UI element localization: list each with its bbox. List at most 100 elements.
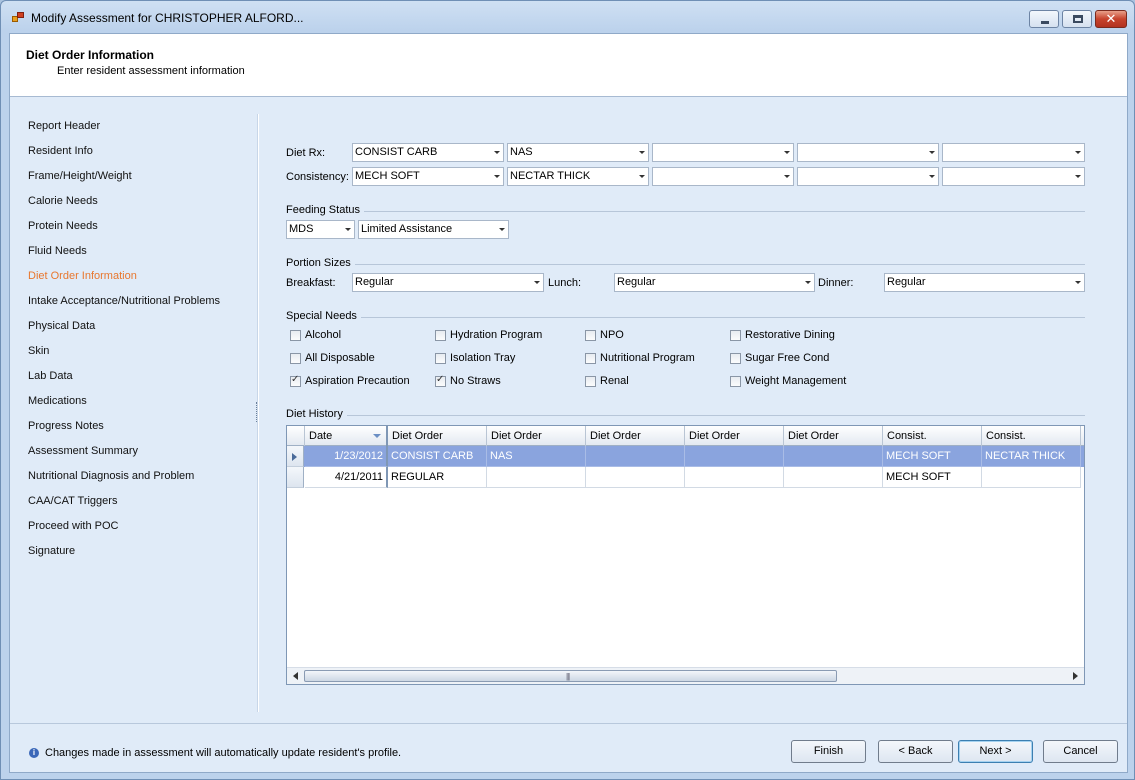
diet-rx-select-3[interactable] [652,143,794,162]
nav-item-calorie-needs[interactable]: Calorie Needs [28,195,253,220]
row-header[interactable] [287,446,304,467]
scroll-right-icon[interactable] [1073,672,1078,680]
minimize-button[interactable] [1029,10,1059,28]
chevron-down-icon [534,281,540,284]
nav-item-signature[interactable]: Signature [28,545,253,570]
lunch-label: Lunch: [548,277,582,289]
diet-rx-select-2[interactable]: NAS [507,143,649,162]
table-row[interactable]: 4/21/2011 REGULAR MECH SOFT [287,467,1084,488]
cancel-button[interactable]: Cancel [1043,740,1118,763]
table-cell[interactable]: REGULAR [388,467,487,488]
diet-history-grid[interactable]: Date Diet Order Diet Order Diet Order Diet O… [286,425,1085,685]
special-needs-section-title: Special Needs [286,310,361,322]
scroll-left-icon[interactable] [293,672,298,680]
feeding-source-value: MDS [289,223,314,235]
renal-label: Renal [600,375,629,387]
splitter-grip[interactable] [256,402,259,422]
sugar-free-cond-checkbox[interactable] [730,353,741,364]
table-cell[interactable] [685,467,784,488]
nav-item-medications[interactable]: Medications [28,395,253,420]
diet-rx-select-5[interactable] [942,143,1085,162]
npo-checkbox[interactable] [585,330,596,341]
consistency-select-4[interactable] [797,167,939,186]
weight-management-checkbox[interactable] [730,376,741,387]
dinner-select[interactable]: Regular [884,273,1085,292]
feeding-source-select[interactable]: MDS [286,220,355,239]
title-bar[interactable]: Modify Assessment for CHRISTOPHER ALFORD… [1,1,1134,33]
nav-item-lab-data[interactable]: Lab Data [28,370,253,395]
close-button[interactable]: ✕ [1095,10,1127,28]
scroll-thumb[interactable]: ||| [304,670,837,682]
column-header[interactable]: Diet Order [685,426,784,446]
nav-item-caa-cat-triggers[interactable]: CAA/CAT Triggers [28,495,253,520]
table-cell[interactable] [784,467,883,488]
table-cell[interactable] [982,467,1081,488]
renal-checkbox[interactable] [585,376,596,387]
column-header[interactable]: Diet Order [784,426,883,446]
nav-item-nutritional-diagnosis-and-problem[interactable]: Nutritional Diagnosis and Problem [28,470,253,495]
nav-item-resident-info[interactable]: Resident Info [28,145,253,170]
nav-item-skin[interactable]: Skin [28,345,253,370]
consistency-select-1[interactable]: MECH SOFT [352,167,504,186]
column-header[interactable]: Diet Order [388,426,487,446]
finish-button[interactable]: Finish [791,740,866,763]
nav-item-intake-acceptance-nutritional-problems[interactable]: Intake Acceptance/Nutritional Problems [28,295,253,320]
column-header[interactable]: Consist. [982,426,1081,446]
nav-item-diet-order-information[interactable]: Diet Order Information [28,270,253,295]
info-message: Changes made in assessment will automati… [45,747,402,759]
assessment-window: Modify Assessment for CHRISTOPHER ALFORD… [0,0,1135,780]
close-icon: ✕ [1105,11,1117,26]
nav-item-proceed-with-poc[interactable]: Proceed with POC [28,520,253,545]
row-header[interactable] [287,467,304,488]
nav-item-assessment-summary[interactable]: Assessment Summary [28,445,253,470]
diet-rx-select-4[interactable] [797,143,939,162]
aspiration-precaution-checkbox[interactable]: ✓ [290,374,301,387]
consistency-select-5[interactable] [942,167,1085,186]
no-straws-label: No Straws [450,375,501,387]
no-straws-checkbox[interactable]: ✓ [435,374,446,387]
minimize-icon [1041,21,1049,24]
consistency-select-3[interactable] [652,167,794,186]
lunch-select[interactable]: Regular [614,273,815,292]
table-cell[interactable] [685,446,784,467]
column-header[interactable]: Consist. [883,426,982,446]
restorative-dining-checkbox[interactable] [730,330,741,341]
column-header[interactable]: Diet Order [586,426,685,446]
nav-item-progress-notes[interactable]: Progress Notes [28,420,253,445]
table-cell[interactable] [586,467,685,488]
back-button[interactable]: < Back [878,740,953,763]
hydration-program-checkbox[interactable] [435,330,446,341]
horizontal-scrollbar[interactable]: ||| [287,667,1084,684]
chevron-down-icon [494,151,500,154]
all-disposable-checkbox[interactable] [290,353,301,364]
table-cell[interactable]: MECH SOFT [883,446,982,467]
diet-rx-select-1[interactable]: CONSIST CARB [352,143,504,162]
maximize-button[interactable] [1062,10,1092,28]
table-cell[interactable]: NAS [487,446,586,467]
table-row[interactable]: 1/23/2012 CONSIST CARB NAS MECH SOFT NECTAR … [287,446,1084,467]
alcohol-checkbox[interactable] [290,330,301,341]
nav-item-physical-data[interactable]: Physical Data [28,320,253,345]
table-cell[interactable] [586,446,685,467]
next-button[interactable]: Next > [958,740,1033,763]
nav-item-report-header[interactable]: Report Header [28,120,253,145]
breakfast-select[interactable]: Regular [352,273,544,292]
table-cell[interactable] [784,446,883,467]
nav-item-protein-needs[interactable]: Protein Needs [28,220,253,245]
table-cell[interactable]: NECTAR THICK [982,446,1081,467]
consistency-label: Consistency: [286,171,349,183]
table-cell[interactable]: CONSIST CARB [388,446,487,467]
nutritional-program-checkbox[interactable] [585,353,596,364]
nav-item-frame-height-weight[interactable]: Frame/Height/Weight [28,170,253,195]
isolation-tray-checkbox[interactable] [435,353,446,364]
column-header[interactable]: Diet Order [487,426,586,446]
table-cell[interactable]: 4/21/2011 [305,467,388,488]
nav-item-fluid-needs[interactable]: Fluid Needs [28,245,253,270]
table-cell[interactable]: MECH SOFT [883,467,982,488]
consistency-value-1: MECH SOFT [355,170,420,182]
table-cell[interactable] [487,467,586,488]
consistency-select-2[interactable]: NECTAR THICK [507,167,649,186]
page-subtitle: Enter resident assessment information [57,65,245,77]
feeding-status-select[interactable]: Limited Assistance [358,220,509,239]
table-cell[interactable]: 1/23/2012 [305,446,388,467]
